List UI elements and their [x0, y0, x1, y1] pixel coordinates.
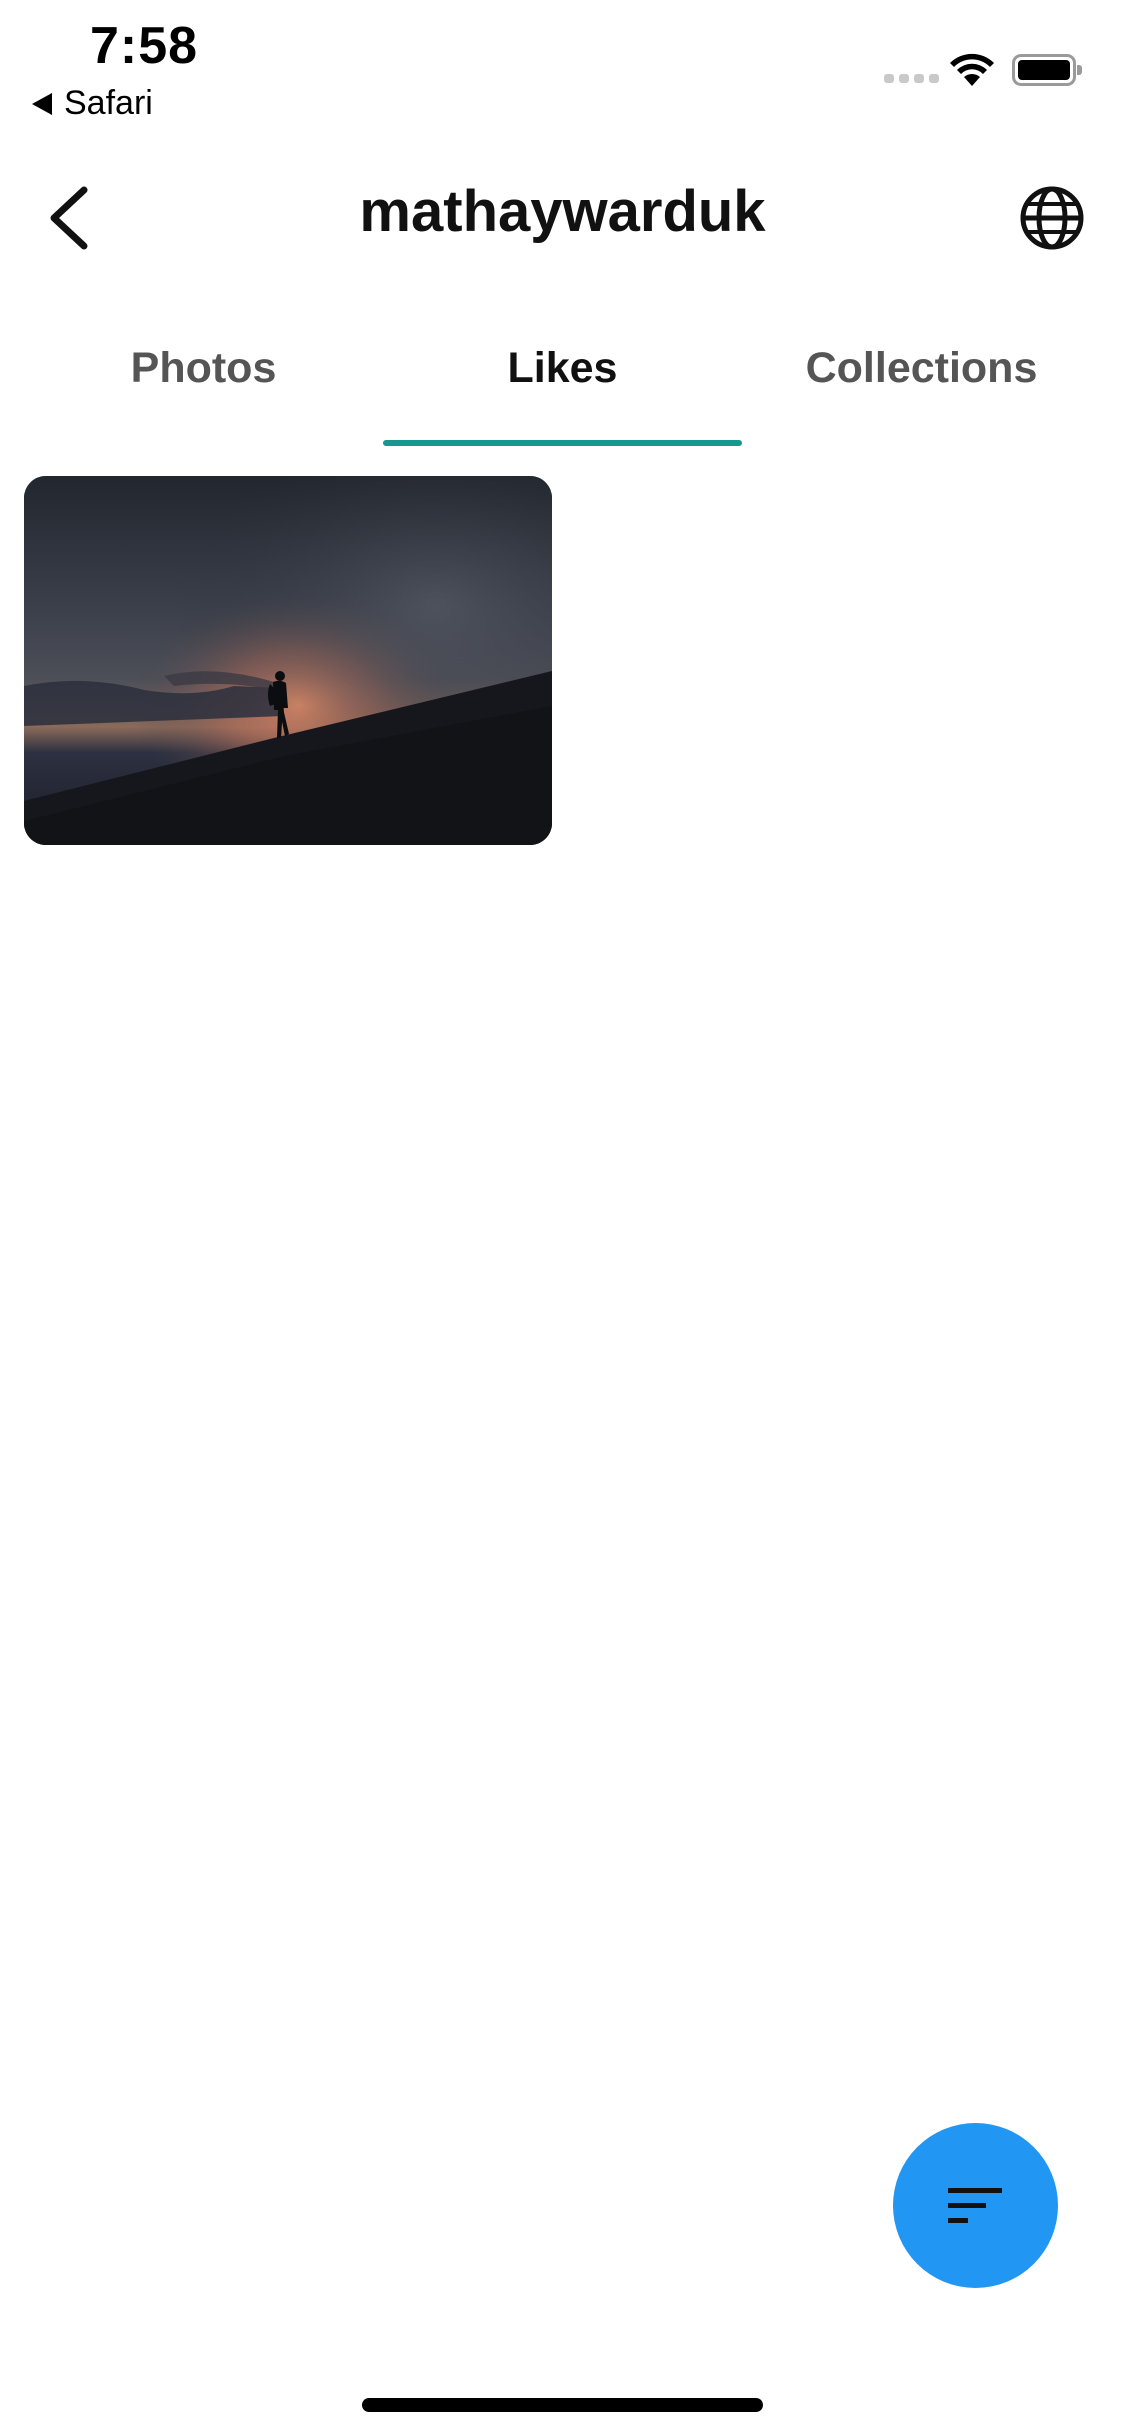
- tab-photos[interactable]: Photos: [24, 330, 383, 446]
- tab-collections[interactable]: Collections: [742, 330, 1101, 446]
- cellular-signal-icon: [884, 74, 939, 83]
- liked-photo[interactable]: [24, 476, 552, 845]
- profile-tabs: Photos Likes Collections: [24, 330, 1101, 446]
- status-time: 7:58: [90, 17, 199, 75]
- sort-button[interactable]: [893, 2123, 1058, 2288]
- battery-icon: [1012, 54, 1082, 86]
- sort-icon: [947, 2187, 1002, 2223]
- tab-likes[interactable]: Likes: [383, 330, 742, 446]
- back-triangle-icon: [32, 92, 52, 115]
- globe-icon[interactable]: [1016, 182, 1088, 254]
- back-app-label: Safari: [64, 84, 153, 122]
- home-indicator[interactable]: [362, 2398, 763, 2412]
- photo-image: [24, 476, 552, 845]
- page-title: mathaywarduk: [359, 179, 766, 244]
- back-to-safari-link[interactable]: Safari: [32, 84, 153, 123]
- wifi-icon: [950, 53, 994, 86]
